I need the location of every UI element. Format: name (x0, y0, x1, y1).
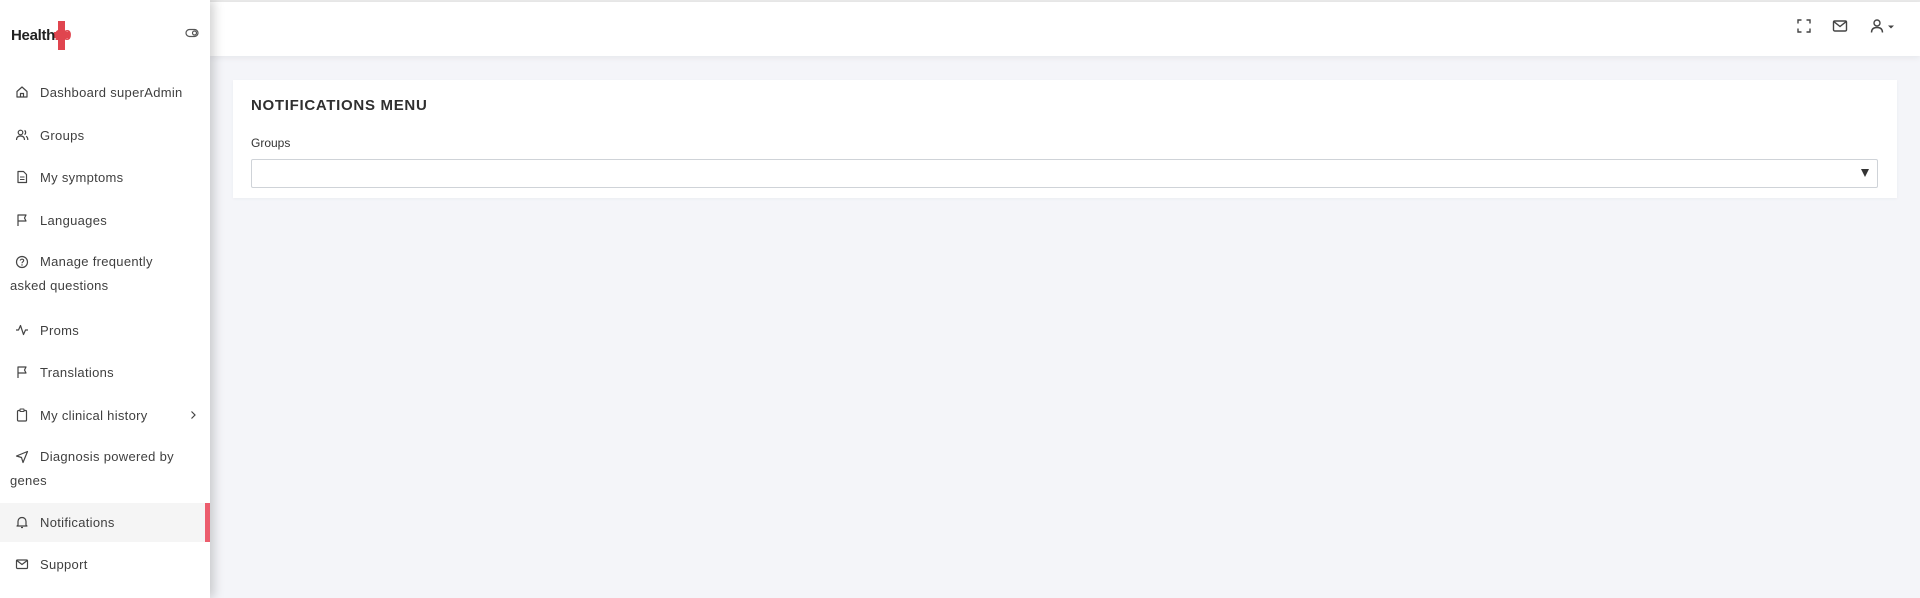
user-icon[interactable] (1869, 18, 1885, 34)
brand-name-text: Health (11, 27, 56, 44)
sidebar-item-notifications[interactable]: Notifications (0, 503, 210, 542)
groups-label: Groups (251, 136, 291, 150)
page-title: NOTIFICATIONS MENU (251, 97, 428, 114)
sidebar-item-label: Groups (40, 128, 85, 143)
file-text-icon (17, 170, 28, 184)
sidebar: Health29 Dashboard superAdmin Groups My … (0, 0, 210, 598)
chevron-right-icon[interactable] (188, 410, 198, 420)
sidebar-item-label: Manage frequently asked questions (10, 254, 153, 293)
sidebar-item-label: Support (40, 557, 88, 572)
groups-select[interactable] (251, 159, 1878, 188)
sidebar-item-clinical-history[interactable]: My clinical history (0, 394, 210, 436)
brand-name: Health29 (11, 27, 71, 44)
app-root: Health29 Dashboard superAdmin Groups My … (0, 0, 1920, 598)
sidebar-item-label: My symptoms (40, 170, 124, 185)
notifications-card: NOTIFICATIONS MENU Groups (233, 80, 1897, 198)
sidebar-item-label: Languages (40, 213, 108, 228)
mail-icon[interactable] (1832, 18, 1848, 34)
eye-toggle-icon[interactable] (185, 26, 199, 40)
caret-down-icon[interactable] (1887, 24, 1895, 30)
sidebar-item-label: Notifications (40, 515, 115, 530)
top-navbar (210, 2, 1920, 56)
sidebar-item-label: My clinical history (40, 408, 148, 423)
sidebar-item-label: Dashboard superAdmin (40, 85, 183, 100)
mail-icon (15, 559, 29, 570)
sidebar-item-my-symptoms[interactable]: My symptoms (0, 156, 210, 199)
sidebar-item-manage-faq[interactable]: Manage frequently asked questions (0, 241, 210, 309)
activity-icon (16, 324, 28, 336)
home-icon (16, 86, 28, 98)
sidebar-item-proms[interactable]: Proms (0, 309, 210, 351)
clipboard-icon (16, 408, 28, 422)
sidebar-item-label: Proms (40, 323, 80, 338)
sidebar-item-languages[interactable]: Languages (0, 199, 210, 241)
sidebar-item-label: Diagnosis powered by genes (10, 449, 174, 488)
users-icon (15, 129, 29, 141)
sidebar-item-diagnosis[interactable]: Diagnosis powered by genes (0, 436, 210, 503)
bell-icon (16, 516, 28, 529)
sidebar-item-translations[interactable]: Translations (0, 351, 210, 394)
fullscreen-icon[interactable] (1796, 18, 1812, 34)
sidebar-menu: Dashboard superAdmin Groups My symptoms (0, 71, 210, 586)
sidebar-item-label: Translations (40, 365, 114, 380)
sidebar-item-groups[interactable]: Groups (0, 114, 210, 156)
flag-icon (17, 214, 27, 226)
sidebar-item-support[interactable]: Support (0, 542, 210, 586)
flag-icon (17, 366, 27, 378)
sidebar-item-dashboard[interactable]: Dashboard superAdmin (0, 71, 210, 114)
caret-down-icon (1861, 169, 1869, 177)
brand-number: 29 (55, 27, 72, 44)
